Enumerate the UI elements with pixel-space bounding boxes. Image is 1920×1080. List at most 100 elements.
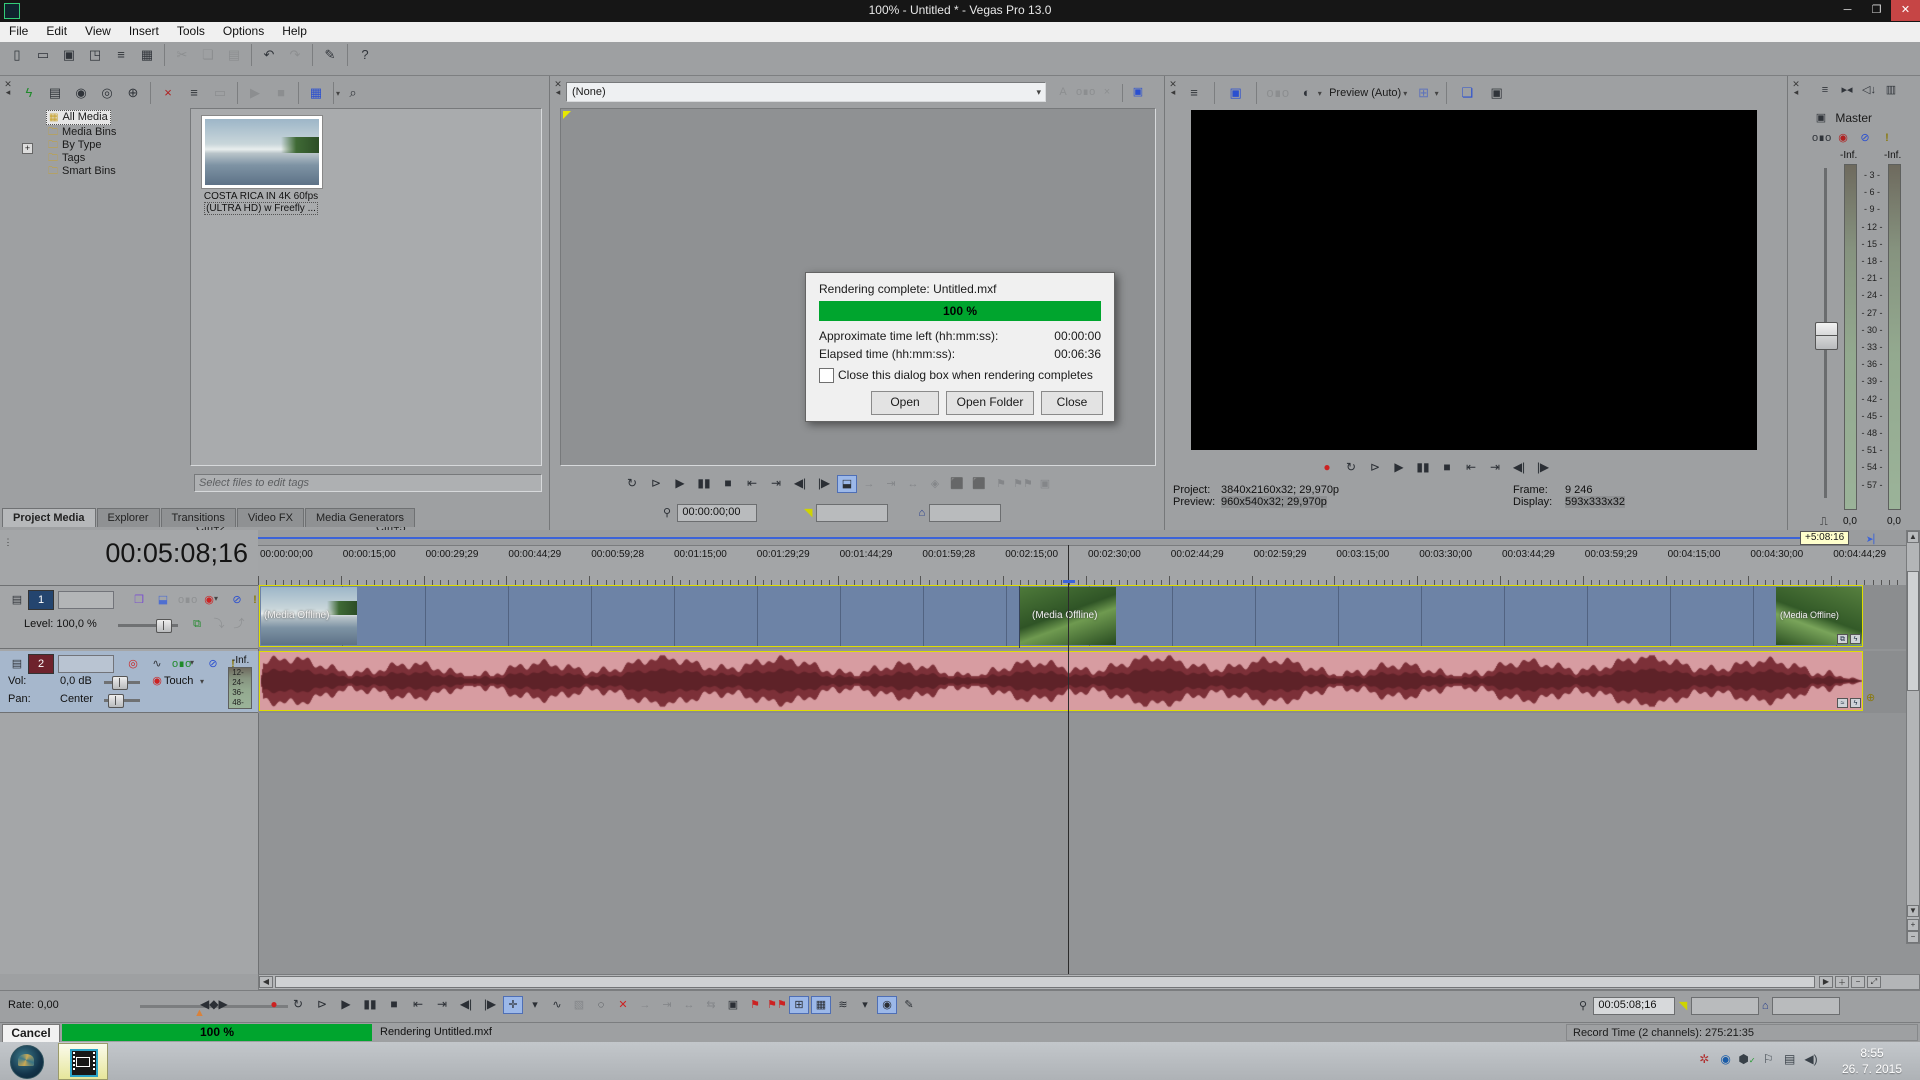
- taskbar-vegas-button[interactable]: [58, 1043, 108, 1080]
- selection-length-field[interactable]: [1772, 997, 1840, 1015]
- pause-button[interactable]: ▮▮: [693, 474, 715, 494]
- expander-icon[interactable]: +: [22, 143, 33, 154]
- preview-quality-dropdown[interactable]: Preview (Auto): [1325, 87, 1405, 99]
- loop-region-bar[interactable]: [258, 537, 1803, 539]
- stop-button[interactable]: ■: [717, 474, 739, 494]
- edit-cursor[interactable]: [1068, 545, 1069, 974]
- track-motion-icon[interactable]: ⬓: [153, 591, 173, 611]
- tray-icon-antivirus[interactable]: ◉: [1717, 1052, 1735, 1066]
- close-button[interactable]: ✕: [1891, 0, 1920, 21]
- prev-frame-button[interactable]: ◀|: [1508, 458, 1530, 478]
- selection-tool-button[interactable]: ▧: [569, 997, 589, 1015]
- edit-tool-button[interactable]: ✛: [503, 996, 523, 1014]
- next-frame-button[interactable]: |▶: [813, 474, 835, 494]
- fit-to-fill-button[interactable]: ↔: [903, 476, 923, 494]
- taskbar-clock[interactable]: 8:55 26. 7. 2015: [1832, 1045, 1912, 1077]
- media-clip-title[interactable]: COSTA RICA IN 4K 60fps (ULTRA HD) w Free…: [191, 191, 331, 215]
- video-track-number[interactable]: 1: [28, 590, 54, 610]
- plugin-select-dropdown[interactable]: (None) ▾: [566, 82, 1046, 102]
- dock-grip[interactable]: ✕◂: [1167, 80, 1179, 96]
- cancel-button[interactable]: Cancel: [2, 1024, 60, 1043]
- copy-frame-icon[interactable]: ❏: [1455, 81, 1479, 105]
- dim-output-icon[interactable]: ◁↓: [1859, 81, 1879, 101]
- mute-icon[interactable]: ⊘: [227, 591, 247, 611]
- capture-video-icon[interactable]: ◉: [69, 81, 93, 105]
- automation-gear-icon[interactable]: ◉: [1833, 129, 1853, 149]
- trimmer-timecode[interactable]: 00:00:00;00: [677, 504, 757, 522]
- record-button[interactable]: ●: [263, 995, 285, 1015]
- video-event[interactable]: (Media Offline) (Media Offline) (Media O…: [259, 585, 1863, 647]
- open-button[interactable]: Open: [871, 391, 939, 415]
- go-to-end-button[interactable]: ⇥: [765, 474, 787, 494]
- timeline-timecode-display[interactable]: 00:05:08;16: [0, 538, 248, 569]
- delete-button[interactable]: ✕: [613, 997, 633, 1015]
- go-to-start-button[interactable]: ⇤: [1460, 458, 1482, 478]
- interaction-pen-icon[interactable]: ✎: [318, 43, 342, 67]
- get-media-from-web-icon[interactable]: ⊕: [121, 81, 145, 105]
- tree-item-smart-bins[interactable]: 🗀Smart Bins: [46, 164, 118, 177]
- video-track-name-field[interactable]: [58, 591, 114, 609]
- tree-item-all-media[interactable]: ▦All Media: [46, 110, 111, 125]
- stop-preview-icon[interactable]: ■: [269, 81, 293, 105]
- ripple-dropdown-button[interactable]: ▾: [855, 997, 875, 1015]
- remove-from-project-icon[interactable]: ×: [156, 81, 180, 105]
- mute-icon[interactable]: ⊘: [203, 655, 223, 675]
- whats-this-help-icon[interactable]: ?: [353, 43, 377, 67]
- edit-tool-dropdown-button[interactable]: ▾: [525, 997, 545, 1015]
- remove-plugin-icon[interactable]: ×: [1097, 83, 1117, 103]
- loop-button[interactable]: ↻: [287, 995, 309, 1015]
- event-overlays-icon[interactable]: o∎o: [1265, 81, 1289, 105]
- dock-grip[interactable]: ✕◂: [552, 80, 564, 96]
- transfer-button[interactable]: ◈: [925, 476, 945, 494]
- selection-start-field[interactable]: [816, 504, 888, 522]
- edit-details-icon[interactable]: ▦: [135, 43, 159, 67]
- minimize-button[interactable]: ─: [1833, 0, 1862, 21]
- external-monitor-icon[interactable]: ▣: [1128, 83, 1148, 103]
- bus-icon[interactable]: ▣: [1811, 109, 1831, 129]
- stop-button[interactable]: ■: [1436, 458, 1458, 478]
- tab-media-generators[interactable]: Media Generators: [305, 508, 415, 527]
- external-monitor-icon[interactable]: ▣: [1224, 81, 1248, 105]
- go-to-end-button[interactable]: ⇥: [431, 995, 453, 1015]
- solo-icon[interactable]: !: [1877, 129, 1897, 149]
- menu-view[interactable]: View: [76, 22, 120, 40]
- pan-slider[interactable]: [104, 699, 140, 702]
- master-fader-handle[interactable]: [1815, 322, 1838, 350]
- double-flag-button[interactable]: ⚑⚑: [1013, 476, 1033, 494]
- level-slider[interactable]: [118, 624, 178, 627]
- tray-icon-usb[interactable]: ⬢✓: [1738, 1052, 1756, 1066]
- event-fx-button[interactable]: ϟ: [1850, 634, 1861, 644]
- trim-end-button[interactable]: ⇥: [657, 997, 677, 1015]
- go-to-end-button[interactable]: ⇥: [1484, 458, 1506, 478]
- trim-start-button[interactable]: →: [635, 997, 655, 1015]
- audio-event[interactable]: ≈ ϟ: [259, 651, 1863, 711]
- import-media-icon[interactable]: ▤: [43, 81, 67, 105]
- grid-overlay-icon[interactable]: ⊞: [1412, 81, 1436, 105]
- automation-mode[interactable]: Touch: [164, 675, 193, 687]
- tray-icon-volume[interactable]: ◀): [1802, 1052, 1820, 1066]
- pause-button[interactable]: ▮▮: [359, 995, 381, 1015]
- undo-icon[interactable]: ↶: [257, 43, 281, 67]
- mark-out-button[interactable]: ⬛: [969, 476, 989, 494]
- marker-button[interactable]: ⚑: [745, 997, 765, 1015]
- stop-button[interactable]: ■: [383, 995, 405, 1015]
- selection-length-field[interactable]: [929, 504, 1001, 522]
- envelope-tool-button[interactable]: ∿: [547, 997, 567, 1015]
- audio-track-number[interactable]: 2: [28, 654, 54, 674]
- menu-help[interactable]: Help: [273, 22, 316, 40]
- menu-insert[interactable]: Insert: [120, 22, 168, 40]
- redo-icon[interactable]: ↷: [283, 43, 307, 67]
- tab-explorer[interactable]: Explorer: [97, 508, 160, 527]
- pen-button[interactable]: ✎: [899, 997, 919, 1015]
- search-media-icon[interactable]: ⌕: [341, 81, 365, 105]
- close-dialog-button[interactable]: Close: [1041, 391, 1103, 415]
- open-folder-button[interactable]: Open Folder: [946, 391, 1034, 415]
- menu-edit[interactable]: Edit: [37, 22, 76, 40]
- selection-start-field[interactable]: [1691, 997, 1759, 1015]
- cursor-head[interactable]: [1063, 580, 1075, 583]
- event-fx-button[interactable]: ϟ: [1850, 698, 1861, 708]
- minimize-track-icon[interactable]: ▤: [7, 655, 27, 675]
- event-pan-crop-button[interactable]: ⧉: [1837, 634, 1848, 644]
- auto-ripple-button[interactable]: ≋: [833, 997, 853, 1015]
- go-to-start-button[interactable]: ⇤: [741, 474, 763, 494]
